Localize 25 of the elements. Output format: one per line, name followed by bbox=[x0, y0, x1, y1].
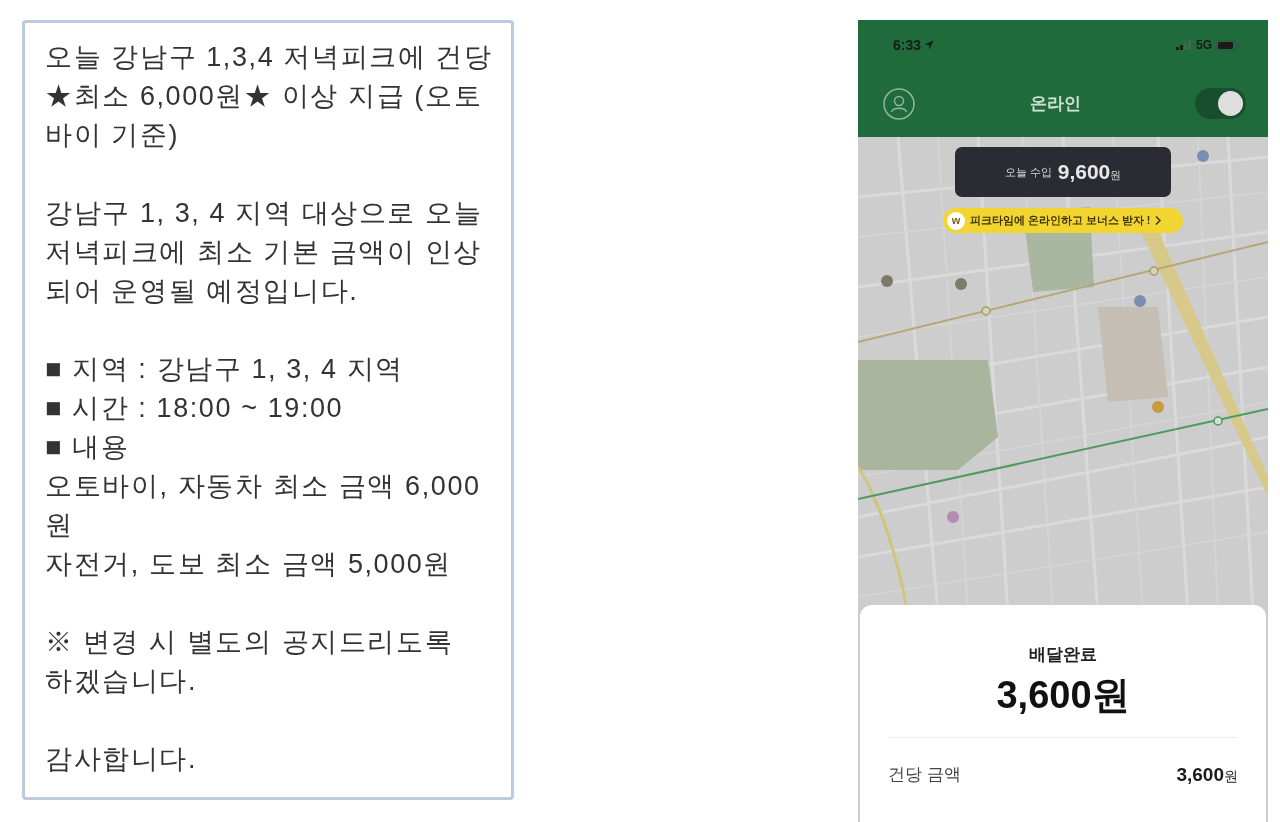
promo-text: 피크타임에 온라인하고 보너스 받자 ! bbox=[970, 212, 1151, 228]
earnings-label: 오늘 수입 bbox=[1004, 164, 1052, 180]
promo-banner[interactable]: w 피크타임에 온라인하고 보너스 받자 ! bbox=[943, 208, 1183, 233]
earnings-unit: 원 bbox=[1110, 169, 1122, 184]
notice-paragraph: 감사합니다. bbox=[45, 743, 198, 776]
network-label: 5G bbox=[1196, 39, 1212, 51]
notice-paragraph: ■ 지역 : 강남구 1, 3, 4 지역 ■ 시간 : 18:00 ~ 19:00 ■ 내용 오토바이, 자동차 최소 금액 6,000 원 자전거, 도보 최소 금액 5,000원 bbox=[45, 353, 481, 581]
app-title: 온라인 bbox=[1029, 92, 1081, 115]
location-arrow-icon bbox=[924, 40, 935, 50]
row-unit: 원 bbox=[1224, 766, 1238, 786]
chevron-right-icon bbox=[1155, 216, 1162, 225]
delivery-status: 배달완료 bbox=[1029, 644, 1097, 666]
earnings-amount: 9,600 bbox=[1057, 159, 1111, 186]
online-toggle[interactable] bbox=[1195, 88, 1246, 119]
promo-badge: w bbox=[947, 211, 965, 230]
notice-paragraph: 오늘 강남구 1,3,4 저녁피크에 건당 ★최소 6,000원★ 이상 지급 (오토 바이 기준) bbox=[45, 41, 493, 152]
row-amount: 3,600 bbox=[1176, 762, 1224, 787]
notice-paragraph: 강남구 1, 3, 4 지역 대상으로 오늘 저녁피크에 최소 기본 금액이 인상 되어 운영될 예정입니다. bbox=[45, 197, 483, 308]
notice-paragraph: ※ 변경 시 별도의 공지드리도록 하겠습니다. bbox=[45, 626, 454, 698]
status-time: 6:33 bbox=[893, 38, 922, 52]
battery-icon bbox=[1216, 39, 1240, 51]
delivery-total: 3,600원 bbox=[996, 673, 1130, 717]
row-label: 건당 금액 bbox=[888, 764, 961, 787]
signal-icon bbox=[1176, 40, 1192, 50]
profile-icon[interactable] bbox=[883, 87, 915, 120]
